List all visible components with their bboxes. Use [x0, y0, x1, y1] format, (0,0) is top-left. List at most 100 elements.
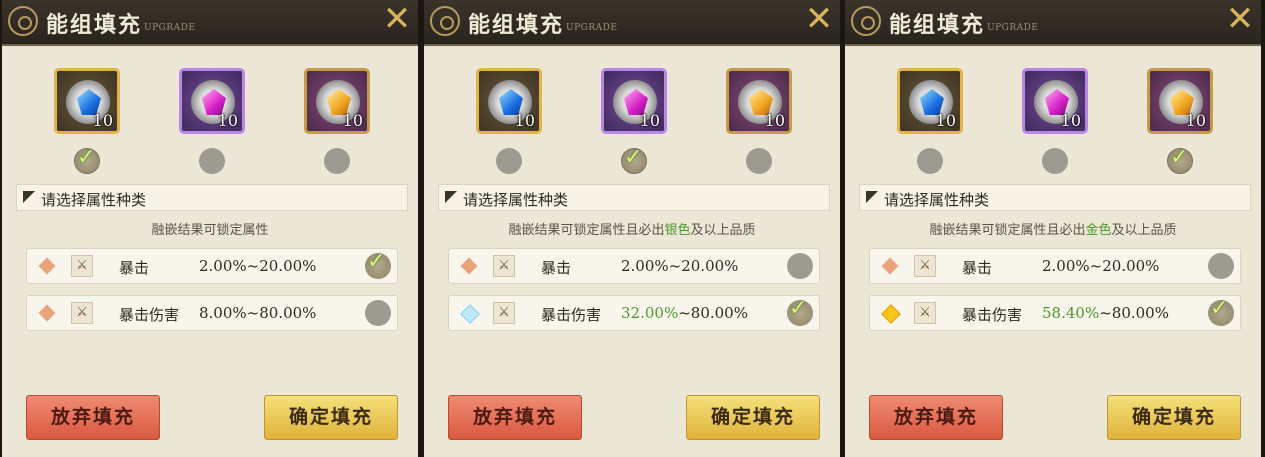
upgrade-panel-3: 能组填充 UPGRADE ✕ 10 10 10 ✓ 请选择属性种类 融嵌结果可锁…: [845, 0, 1261, 457]
emblem-icon: [430, 6, 460, 36]
gem-slot-blue[interactable]: 10: [476, 68, 542, 134]
gem-radio-magenta[interactable]: ✓: [621, 145, 647, 174]
section-label: 请选择属性种类: [41, 191, 147, 209]
gem-radio-amber[interactable]: [324, 148, 350, 174]
attribute-radio[interactable]: [787, 253, 813, 279]
gem-radio-blue[interactable]: [917, 148, 943, 174]
attribute-name: 暴击伤害: [962, 306, 1023, 324]
attribute-row-crit[interactable]: ⚔ 暴击 2.00%~20.00%: [448, 248, 820, 284]
check-icon: ✓: [1210, 296, 1229, 321]
close-icon[interactable]: ✕: [380, 2, 414, 36]
attribute-name: 暴击: [119, 259, 150, 277]
cancel-fill-button[interactable]: 放弃填充: [448, 395, 582, 440]
attribute-value: 58.40%: [1042, 304, 1100, 322]
gem-count: 10: [217, 111, 238, 130]
check-icon: ✓: [1170, 145, 1189, 170]
sword-icon: ⚔: [914, 302, 936, 324]
sword-icon: ⚔: [71, 302, 93, 324]
corner-marker-icon: [445, 191, 457, 203]
attribute-row-crit-damage[interactable]: ⚔ 暴击伤害 8.00%~80.00%: [26, 295, 398, 331]
panel-subtitle: UPGRADE: [987, 23, 1039, 33]
cancel-fill-button[interactable]: 放弃填充: [26, 395, 160, 440]
hint-highlight: 金色: [1085, 223, 1112, 238]
attribute-range: 2.00%~20.00%: [1042, 257, 1159, 275]
gem-radio-blue[interactable]: [496, 148, 522, 174]
cancel-fill-button[interactable]: 放弃填充: [869, 395, 1003, 440]
hint-highlight: 银色: [664, 223, 691, 238]
attribute-row-crit[interactable]: ⚔ 暴击 2.00%~20.00%: [869, 248, 1241, 284]
section-label: 请选择属性种类: [463, 191, 569, 209]
hint-prefix: 融嵌结果可锁定属性且必出: [929, 223, 1086, 238]
gem-slot-blue[interactable]: 10: [897, 68, 963, 134]
emblem-icon: [8, 6, 38, 36]
attribute-row-crit[interactable]: ⚔ 暴击 2.00%~20.00% ✓: [26, 248, 398, 284]
panel-subtitle: UPGRADE: [566, 23, 618, 33]
confirm-fill-button[interactable]: 确定填充: [686, 395, 820, 440]
attribute-radio[interactable]: ✓: [365, 249, 391, 279]
title-bar: 能组填充 UPGRADE ✕: [424, 0, 840, 46]
check-icon: ✓: [624, 145, 643, 170]
hint-text: 融嵌结果可锁定属性且必出金色及以上品质: [845, 219, 1261, 238]
emblem-icon: [851, 6, 881, 36]
quality-diamond-icon: [881, 304, 901, 324]
close-icon[interactable]: ✕: [1223, 2, 1257, 36]
gem-radio-magenta[interactable]: [1042, 148, 1068, 174]
gem-count: 10: [1185, 111, 1206, 130]
gem-count: 10: [935, 111, 956, 130]
gem-slot-amber[interactable]: 10: [304, 68, 370, 134]
sword-icon: ⚔: [71, 255, 93, 277]
gem-slot-amber[interactable]: 10: [726, 68, 792, 134]
gem-slot-magenta[interactable]: 10: [179, 68, 245, 134]
quality-diamond-icon: [460, 257, 478, 275]
confirm-fill-button[interactable]: 确定填充: [1107, 395, 1241, 440]
title-bar: 能组填充 UPGRADE ✕: [845, 0, 1261, 46]
hint-suffix: 及以上品质: [690, 223, 756, 238]
gem-radio-blue[interactable]: ✓: [74, 145, 100, 174]
attribute-name: 暴击伤害: [541, 306, 602, 324]
attribute-radio[interactable]: [365, 300, 391, 326]
panel-title: 能组填充: [468, 12, 565, 38]
section-header: 请选择属性种类: [438, 184, 830, 211]
gem-slot-magenta[interactable]: 10: [601, 68, 667, 134]
gem-count: 10: [92, 111, 113, 130]
attribute-range-text: 2.00%~20.00%: [199, 257, 317, 275]
attribute-range-text: 2.00%~20.00%: [621, 257, 739, 275]
attribute-range: 32.00%~80.00%: [621, 304, 748, 322]
panel-subtitle: UPGRADE: [144, 23, 196, 33]
quality-diamond-icon: [881, 257, 899, 275]
quality-diamond-icon: [460, 304, 480, 324]
hint-suffix: 及以上品质: [1111, 223, 1177, 238]
attribute-range: 2.00%~20.00%: [199, 257, 316, 275]
panel-title: 能组填充: [889, 12, 986, 38]
check-icon: ✓: [367, 249, 386, 274]
attribute-radio[interactable]: ✓: [1208, 296, 1234, 326]
gem-slot-magenta[interactable]: 10: [1022, 68, 1088, 134]
quality-diamond-icon: [38, 257, 56, 275]
close-icon[interactable]: ✕: [802, 2, 836, 36]
confirm-fill-button[interactable]: 确定填充: [264, 395, 398, 440]
section-label: 请选择属性种类: [884, 191, 990, 209]
attribute-row-crit-damage[interactable]: ⚔ 暴击伤害 58.40%~80.00% ✓: [869, 295, 1241, 331]
attribute-name: 暴击: [962, 259, 993, 277]
corner-marker-icon: [866, 191, 878, 203]
gem-radio-amber[interactable]: [746, 148, 772, 174]
hint-text: 融嵌结果可锁定属性且必出银色及以上品质: [424, 219, 840, 238]
attribute-radio[interactable]: [1208, 253, 1234, 279]
attribute-row-crit-damage[interactable]: ⚔ 暴击伤害 32.00%~80.00% ✓: [448, 295, 820, 331]
attribute-range: 58.40%~80.00%: [1042, 304, 1169, 322]
quality-diamond-icon: [38, 304, 56, 322]
title-bar: 能组填充 UPGRADE ✕: [2, 0, 418, 46]
gem-radio-magenta[interactable]: [199, 148, 225, 174]
check-icon: ✓: [77, 145, 96, 170]
sword-icon: ⚔: [493, 255, 515, 277]
sword-icon: ⚔: [914, 255, 936, 277]
hint-text: 融嵌结果可锁定属性: [2, 219, 418, 238]
hint-prefix: 融嵌结果可锁定属性且必出: [508, 223, 665, 238]
attribute-range: 8.00%~80.00%: [199, 304, 316, 322]
gem-slot-blue[interactable]: 10: [54, 68, 120, 134]
attribute-range-text: 8.00%~80.00%: [199, 304, 317, 322]
attribute-radio[interactable]: ✓: [787, 296, 813, 326]
gem-slot-amber[interactable]: 10: [1147, 68, 1213, 134]
corner-marker-icon: [23, 191, 35, 203]
gem-radio-amber[interactable]: ✓: [1167, 145, 1193, 174]
